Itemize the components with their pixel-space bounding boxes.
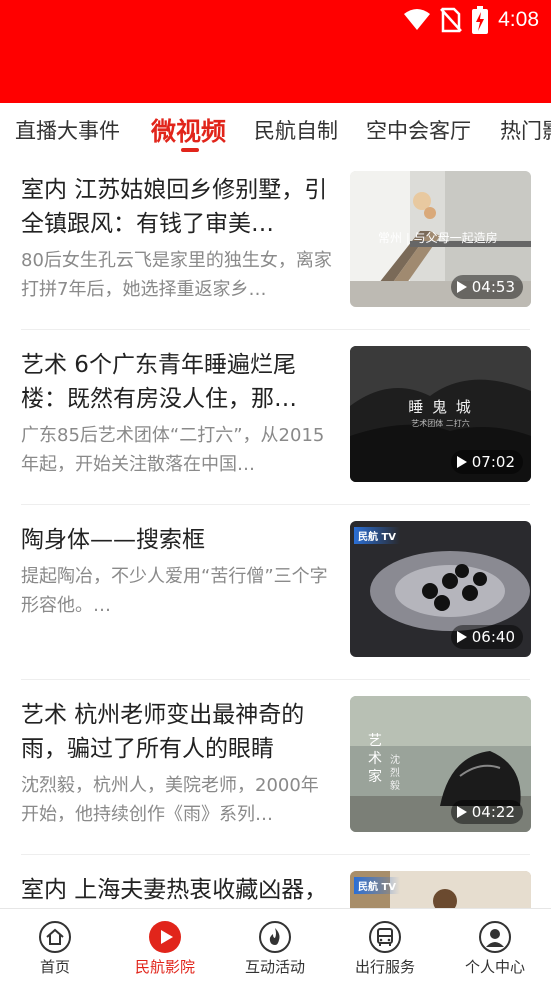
nav-profile[interactable]: 个人中心 xyxy=(440,909,550,982)
nav-activities[interactable]: 互动活动 xyxy=(220,909,330,982)
play-icon xyxy=(456,631,467,643)
list-item[interactable]: 陶身体——搜索框 提起陶冶，不少人爱用“苦行僧”三个字形容他。… 民航 TV 0… xyxy=(0,505,551,680)
status-icons: 4:08 xyxy=(404,6,539,34)
article-title: 室内 江苏姑娘回乡修别墅，引全镇跟风：有钱了审美… xyxy=(21,177,328,237)
nav-travel-services[interactable]: 出行服务 xyxy=(330,909,440,982)
tab-hot-films[interactable]: 热门影 xyxy=(500,115,551,145)
play-icon xyxy=(456,806,467,818)
video-list: 室内 江苏姑娘回乡修别墅，引全镇跟风：有钱了审美… 80后女生孔云飞是家里的独生… xyxy=(0,155,551,908)
no-sim-icon xyxy=(440,7,463,33)
thumbnail-title: 艺术家 xyxy=(368,733,382,785)
article-title: 陶身体——搜索框 xyxy=(21,527,205,553)
tab-micro-video[interactable]: 微视频 xyxy=(151,112,226,148)
thumbnail-subtitle: 沈烈毅 xyxy=(390,755,400,792)
tab-live-events[interactable]: 直播大事件 xyxy=(15,115,120,145)
play-icon xyxy=(456,281,467,293)
play-circle-icon xyxy=(149,921,181,953)
list-item[interactable]: 室内 江苏姑娘回乡修别墅，引全镇跟风：有钱了审美… 80后女生孔云飞是家里的独生… xyxy=(0,155,551,330)
app-header: 4:08 xyxy=(0,0,551,103)
video-thumbnail[interactable]: 睡 鬼 城 艺术团体 二打六 07:02 xyxy=(350,346,531,482)
list-item[interactable]: 室内 上海夫妻热衷收藏凶器，用长羊做软装，每天… 民航 TV xyxy=(0,855,551,908)
nav-label: 首页 xyxy=(39,958,70,976)
article-title: 室内 上海夫妻热衷收藏凶器，用长羊做软装，每天… xyxy=(21,877,328,903)
tab-sky-lounge[interactable]: 空中会客厅 xyxy=(366,115,471,145)
duration-badge: 04:22 xyxy=(450,800,523,824)
duration-badge: 04:53 xyxy=(450,275,523,299)
channel-logo: 民航 TV xyxy=(354,877,401,894)
home-icon xyxy=(39,921,71,953)
thumbnail-subtitle: 艺术团体 二打六 xyxy=(411,419,470,428)
video-thumbnail[interactable]: 艺术家 沈烈毅 04:22 xyxy=(350,696,531,832)
nav-label: 互动活动 xyxy=(244,958,305,976)
bus-icon xyxy=(369,921,401,953)
article-description: 广东85后艺术团体“二打六”，从2015年起，开始关注散落在中国… xyxy=(21,425,325,475)
thumbnail-caption: 常州 | 与父母一起造房 xyxy=(378,231,498,245)
article-title: 艺术 6个广东青年睡遍烂尾楼：既然有房没人住，那… xyxy=(21,352,297,412)
list-item[interactable]: 艺术 6个广东青年睡遍烂尾楼：既然有房没人住，那… 广东85后艺术团体“二打六”… xyxy=(0,330,551,505)
article-description: 提起陶冶，不少人爱用“苦行僧”三个字形容他。… xyxy=(21,566,328,616)
video-thumbnail[interactable]: 民航 TV 06:40 xyxy=(350,521,531,657)
video-thumbnail[interactable]: 民航 TV xyxy=(350,871,531,908)
article-description: 80后女生孔云飞是家里的独生女，离家打拼7年后，她选择重返家乡… xyxy=(21,250,332,300)
wifi-icon xyxy=(404,9,431,30)
nav-cinema[interactable]: 民航影院 xyxy=(110,909,220,982)
thumbnail-title: 睡 鬼 城 xyxy=(408,398,473,416)
bottom-navigation: 首页 民航影院 互动活动 出行服务 个人中心 xyxy=(0,908,551,981)
video-thumbnail[interactable]: 常州 | 与父母一起造房 04:53 xyxy=(350,171,531,307)
article-description: 沈烈毅，杭州人，美院老师，2000年开始，他持续创作《雨》系列… xyxy=(21,775,319,825)
article-title: 艺术 杭州老师变出最神奇的雨，骗过了所有人的眼睛 xyxy=(21,702,305,762)
battery-charging-icon xyxy=(472,6,489,34)
active-tab-indicator xyxy=(181,148,199,152)
flame-icon xyxy=(259,921,291,953)
nav-home[interactable]: 首页 xyxy=(0,909,110,982)
nav-label: 民航影院 xyxy=(134,958,195,976)
category-tabs: 直播大事件 微视频 民航自制 空中会客厅 热门影 xyxy=(0,103,551,155)
play-icon xyxy=(456,456,467,468)
tab-aviation-original[interactable]: 民航自制 xyxy=(254,115,338,145)
duration-badge: 06:40 xyxy=(450,625,523,649)
channel-logo: 民航 TV xyxy=(354,527,401,544)
list-item[interactable]: 艺术 杭州老师变出最神奇的雨，骗过了所有人的眼睛 沈烈毅，杭州人，美院老师，20… xyxy=(0,680,551,855)
nav-label: 个人中心 xyxy=(464,958,525,976)
nav-label: 出行服务 xyxy=(354,958,415,976)
duration-badge: 07:02 xyxy=(450,450,523,474)
status-time: 4:08 xyxy=(498,8,539,31)
user-icon xyxy=(479,921,511,953)
